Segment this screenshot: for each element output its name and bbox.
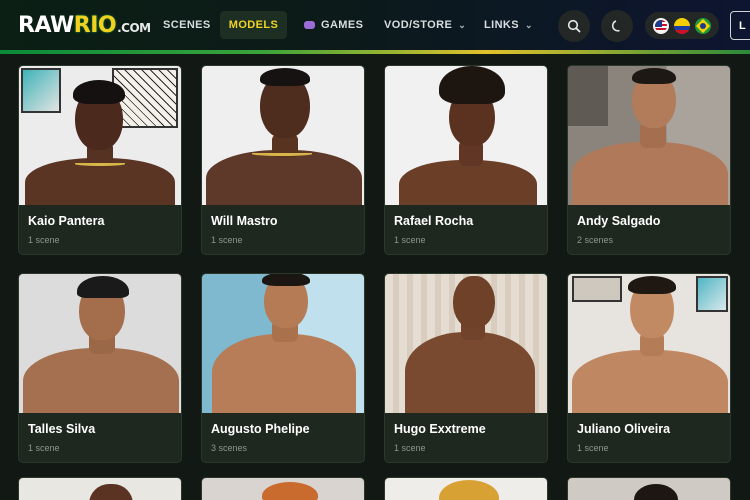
model-photo[interactable] <box>568 274 730 413</box>
gamepad-icon <box>304 21 315 29</box>
search-button[interactable] <box>558 10 590 42</box>
model-name[interactable]: Juliano Oliveira <box>577 422 670 436</box>
model-card[interactable]: Andy Salgado 2 scenes <box>567 65 731 255</box>
logo-rio-text: RIO <box>73 13 117 38</box>
login-button[interactable]: L <box>730 11 750 40</box>
nav-games-label: GAMES <box>321 19 364 31</box>
nav-games[interactable]: GAMES <box>294 11 373 39</box>
model-photo[interactable] <box>202 478 364 500</box>
scene-count: 1 scene <box>28 235 60 245</box>
model-photo[interactable] <box>19 478 181 500</box>
theme-toggle-button[interactable] <box>601 10 633 42</box>
model-card[interactable]: Talles Silva 1 scene <box>18 273 182 463</box>
model-card[interactable] <box>384 477 548 500</box>
site-logo[interactable]: RAW RIO .COM <box>18 13 151 38</box>
nav-links-label: LINKS <box>484 19 519 31</box>
model-card[interactable] <box>18 477 182 500</box>
model-name[interactable]: Talles Silva <box>28 422 95 436</box>
model-card[interactable]: Will Mastro 1 scene <box>201 65 365 255</box>
model-photo[interactable] <box>385 478 547 500</box>
model-card[interactable]: Augusto Phelipe 3 scenes <box>201 273 365 463</box>
model-photo[interactable] <box>385 274 547 413</box>
model-card[interactable]: Hugo Exxtreme 1 scene <box>384 273 548 463</box>
moon-icon <box>612 20 620 32</box>
nav-links[interactable]: LINKS ⌄ <box>474 11 543 39</box>
nav-models[interactable]: MODELS <box>220 11 287 39</box>
scene-count: 1 scene <box>577 443 609 453</box>
header-color-stripe <box>0 50 750 54</box>
model-photo[interactable] <box>568 66 730 205</box>
nav-models-label: MODELS <box>228 19 279 31</box>
model-card[interactable]: Rafael Rocha 1 scene <box>384 65 548 255</box>
us-flag-icon[interactable] <box>652 17 669 34</box>
nav-scenes-label: SCENES <box>163 19 211 31</box>
model-photo[interactable] <box>385 66 547 205</box>
model-card[interactable]: Kaio Pantera 1 scene <box>18 65 182 255</box>
chevron-down-icon: ⌄ <box>525 19 533 30</box>
colombia-flag-icon[interactable] <box>673 17 690 34</box>
scene-count: 1 scene <box>394 235 426 245</box>
model-photo[interactable] <box>568 478 730 500</box>
model-name[interactable]: Will Mastro <box>211 214 278 228</box>
logo-com-text: .COM <box>117 21 151 35</box>
nav-scenes[interactable]: SCENES <box>153 11 221 39</box>
chevron-down-icon: ⌄ <box>458 19 467 30</box>
scene-count: 1 scene <box>28 443 60 453</box>
language-selector[interactable] <box>645 12 719 39</box>
model-name[interactable]: Hugo Exxtreme <box>394 422 486 436</box>
scene-count: 3 scenes <box>211 443 248 453</box>
scene-count: 2 scenes <box>577 235 614 245</box>
nav-vod-store-label: VOD/STORE <box>384 19 453 31</box>
logo-raw-text: RAW <box>18 13 74 38</box>
top-navigation-bar: RAW RIO .COM SCENES MODELS GAMES VOD/STO… <box>0 0 750 50</box>
search-icon <box>567 19 581 33</box>
model-photo[interactable] <box>202 274 364 413</box>
scene-count: 1 scene <box>394 443 426 453</box>
model-photo[interactable] <box>202 66 364 205</box>
model-name[interactable]: Rafael Rocha <box>394 214 473 228</box>
model-photo[interactable] <box>19 66 181 205</box>
model-name[interactable]: Kaio Pantera <box>28 214 104 228</box>
login-label: L <box>739 19 746 32</box>
scene-count: 1 scene <box>211 235 243 245</box>
brazil-flag-icon[interactable] <box>695 17 712 34</box>
model-card[interactable] <box>567 477 731 500</box>
model-card[interactable] <box>201 477 365 500</box>
nav-vod-store[interactable]: VOD/STORE ⌄ <box>374 11 476 39</box>
model-name[interactable]: Augusto Phelipe <box>211 422 310 436</box>
model-photo[interactable] <box>19 274 181 413</box>
model-name[interactable]: Andy Salgado <box>577 214 660 228</box>
model-card[interactable]: Juliano Oliveira 1 scene <box>567 273 731 463</box>
